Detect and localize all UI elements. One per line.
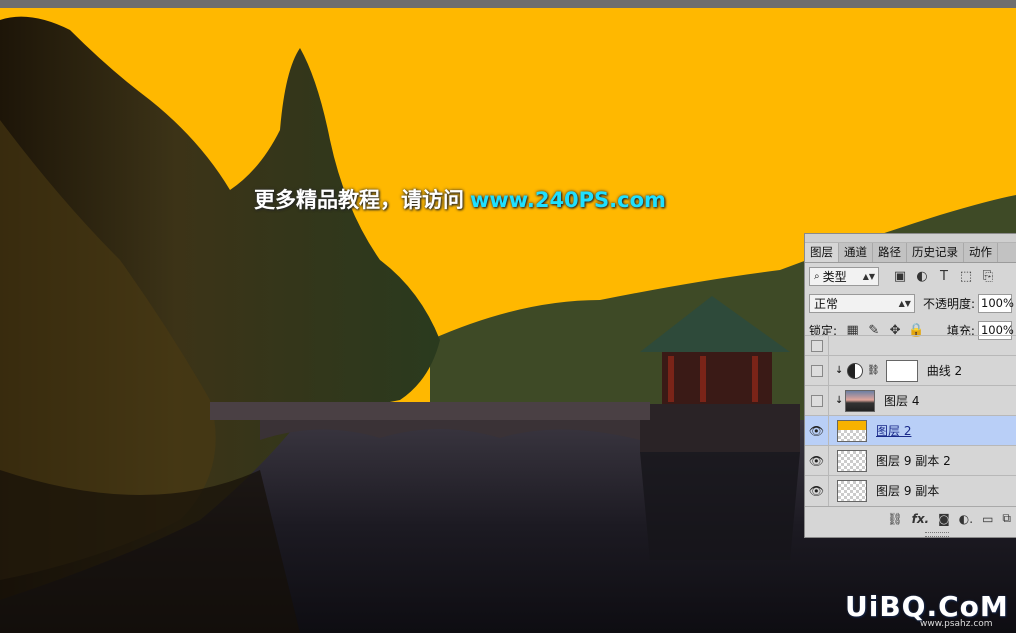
fx-icon[interactable]: fx. <box>912 512 930 526</box>
promo-url[interactable]: www.240PS.com <box>470 188 666 212</box>
tab-actions[interactable]: 动作 <box>964 243 998 262</box>
visibility-toggle[interactable] <box>805 385 829 416</box>
adjustment-icon[interactable]: ◐. <box>959 512 973 526</box>
layer-row-curves-2[interactable]: ↓ ⛓ 曲线 2 <box>805 355 1016 386</box>
partial-layer-row <box>805 335 1016 356</box>
blend-row: 正常 ▲▼ 不透明度: 100% <box>805 290 1016 317</box>
layer-row-layer-9-copy-2[interactable]: 👁 图层 9 副本 2 <box>805 445 1016 476</box>
layer-name[interactable]: 图层 9 副本 2 <box>876 452 951 469</box>
adjustment-filter-icon[interactable]: ◐ <box>913 268 931 286</box>
eye-icon[interactable]: 👁 <box>805 475 829 506</box>
site-url-watermark: www.psahz.com <box>920 619 993 629</box>
type-filter-icon[interactable]: T <box>935 268 953 286</box>
image-filter-icon[interactable]: ▣ <box>891 268 909 286</box>
filter-kind-value: 类型 <box>822 270 847 284</box>
layer-row-layer-9-copy[interactable]: 👁 图层 9 副本 <box>805 475 1016 506</box>
filter-row: ⌕ 类型 ▲▼ ▣ ◐ T ⬚ ⎘ <box>805 263 1016 290</box>
visibility-toggle[interactable] <box>805 335 829 356</box>
curves-adjustment-icon <box>847 362 863 379</box>
layer-name[interactable]: 图层 4 <box>884 392 919 409</box>
eye-icon[interactable]: 👁 <box>805 415 829 446</box>
tab-channels[interactable]: 通道 <box>839 243 873 262</box>
layer-row-layer-2[interactable]: 👁 图层 2 <box>805 415 1016 446</box>
new-layer-icon[interactable]: ⧉ <box>1002 511 1011 526</box>
chevron-down-icon: ▲▼ <box>862 272 875 281</box>
layers-panel: 图层 通道 路径 历史记录 动作 ⌕ 类型 ▲▼ ▣ ◐ T ⬚ ⎘ 正常 ▲▼… <box>804 233 1016 538</box>
chevron-down-icon: ▲▼ <box>898 299 911 308</box>
layer-name[interactable]: 曲线 2 <box>927 362 962 379</box>
layer-name[interactable]: 图层 9 副本 <box>876 482 939 499</box>
tab-history[interactable]: 历史记录 <box>907 243 964 262</box>
layers-list: ↓ ⛓ 曲线 2 ↓ 图层 4 👁 图层 2 👁 图层 9 副本 2 👁 图层 … <box>805 335 1016 506</box>
layer-thumbnail[interactable] <box>837 449 867 472</box>
blend-mode-value: 正常 <box>814 297 839 311</box>
clip-arrow-icon: ↓ <box>835 365 844 376</box>
tab-paths[interactable]: 路径 <box>873 243 907 262</box>
mask-thumbnail[interactable] <box>885 359 918 382</box>
folder-icon[interactable]: ▭ <box>982 512 993 526</box>
layer-thumbnail[interactable] <box>837 419 867 442</box>
panel-resize-grip[interactable] <box>925 532 949 537</box>
filter-kind-select[interactable]: ⌕ 类型 ▲▼ <box>809 267 879 286</box>
opacity-label: 不透明度: <box>922 297 975 311</box>
smart-object-filter-icon[interactable]: ⎘ <box>979 268 997 286</box>
clip-arrow-icon: ↓ <box>835 395 844 406</box>
promo-text: 更多精品教程，请访问 <box>254 188 464 212</box>
tab-layers[interactable]: 图层 <box>805 243 839 262</box>
layer-row-layer-4[interactable]: ↓ 图层 4 <box>805 385 1016 416</box>
eye-icon[interactable]: 👁 <box>805 445 829 476</box>
mask-link-icon[interactable]: ⛓ <box>867 365 880 376</box>
mask-icon[interactable]: ◙ <box>938 512 950 526</box>
layer-thumbnail[interactable] <box>845 389 875 412</box>
layer-thumbnail[interactable] <box>837 479 867 502</box>
blend-mode-select[interactable]: 正常 ▲▼ <box>809 294 915 313</box>
layer-name[interactable]: 图层 2 <box>876 422 911 439</box>
link-icon[interactable]: ⛓ <box>887 512 902 526</box>
promo-caption: 更多精品教程，请访问 www.240PS.com <box>254 184 666 214</box>
panel-title-grip[interactable] <box>805 234 1016 243</box>
search-icon: ⌕ <box>814 271 820 282</box>
shape-filter-icon[interactable]: ⬚ <box>957 268 975 286</box>
layers-footer: ⛓ fx. ◙ ◐. ▭ ⧉ <box>805 506 1016 530</box>
panel-tabs: 图层 通道 路径 历史记录 动作 <box>805 243 1016 263</box>
visibility-toggle[interactable] <box>805 355 829 386</box>
opacity-input[interactable]: 100% <box>978 294 1014 313</box>
